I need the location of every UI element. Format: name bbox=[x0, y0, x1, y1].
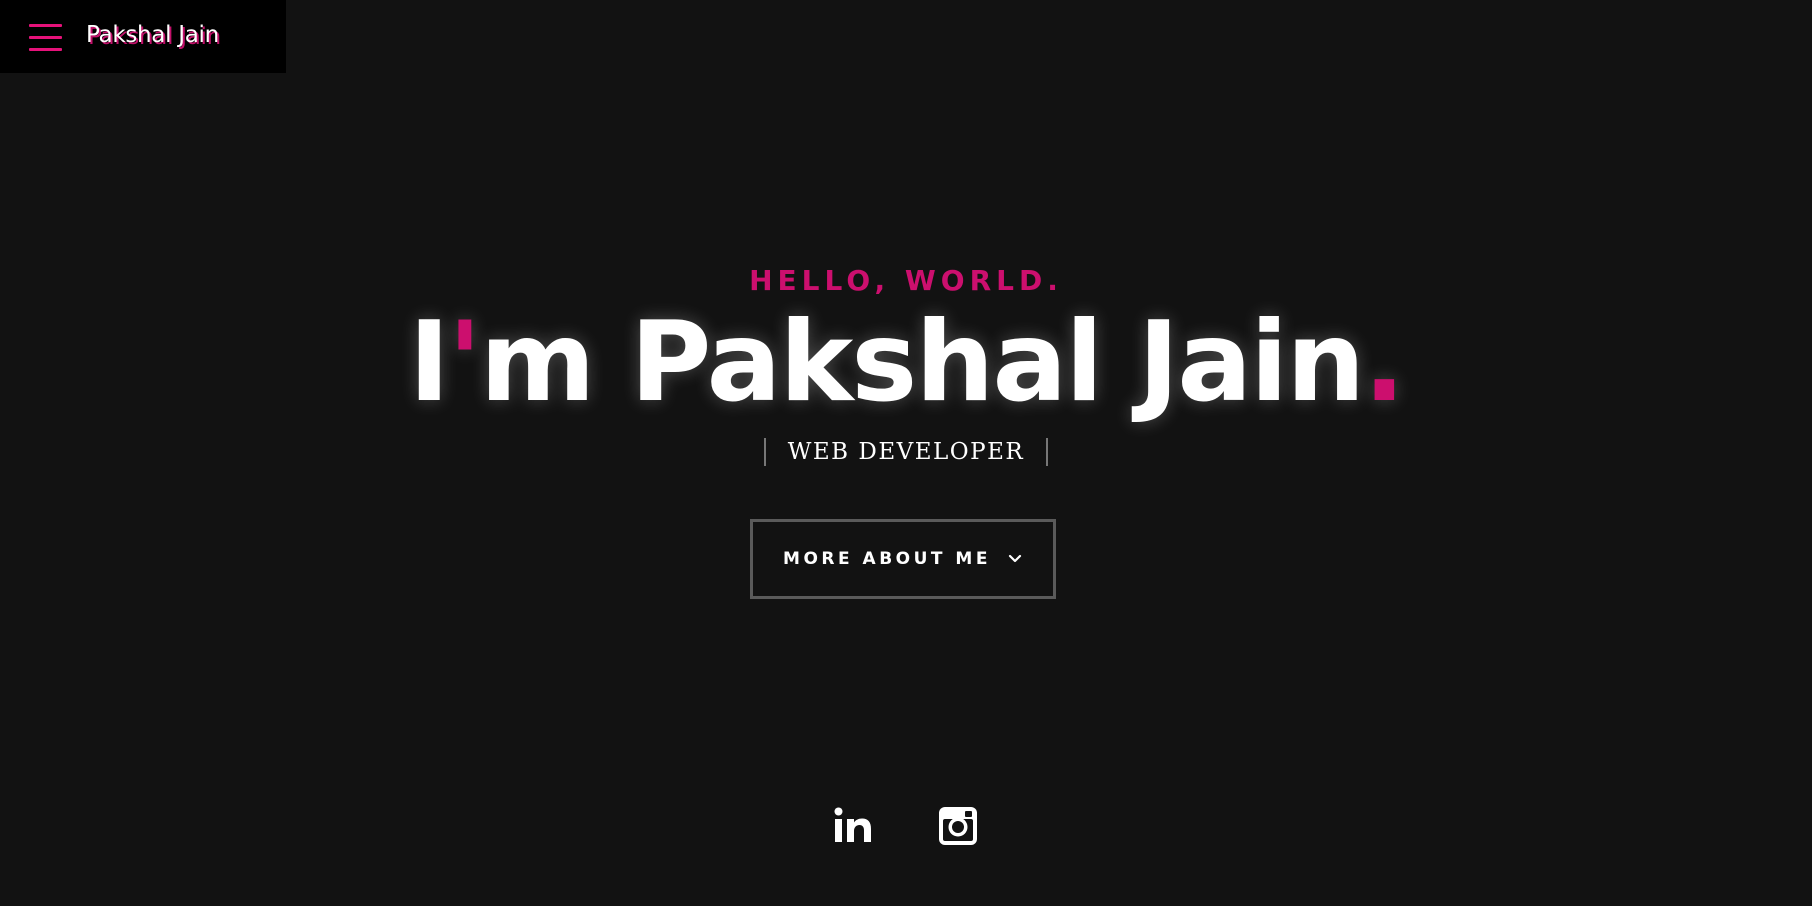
hamburger-menu-icon[interactable] bbox=[29, 24, 62, 51]
chevron-down-icon bbox=[1007, 551, 1023, 567]
hero-subtitle: WEB DEVELOPER bbox=[787, 439, 1025, 465]
social-links bbox=[0, 805, 1812, 847]
more-about-me-button[interactable]: MORE ABOUT ME bbox=[750, 519, 1056, 599]
subtitle-divider-left bbox=[763, 438, 766, 466]
subtitle-divider-right bbox=[1046, 438, 1049, 466]
headline-part-2: m Pakshal Jain bbox=[479, 298, 1365, 427]
headline-period: . bbox=[1363, 298, 1405, 427]
more-about-me-label: MORE ABOUT ME bbox=[783, 549, 991, 569]
instagram-icon[interactable] bbox=[937, 805, 979, 847]
headline-part-1: I bbox=[408, 298, 450, 427]
linkedin-icon[interactable] bbox=[833, 805, 875, 847]
hero-greeting: HELLO, WORLD. bbox=[749, 264, 1063, 297]
top-bar: Pakshal Jain bbox=[0, 0, 286, 73]
headline-apostrophe: ' bbox=[447, 298, 482, 427]
hero-headline: I'm Pakshal Jain. bbox=[0, 296, 1812, 429]
site-brand[interactable]: Pakshal Jain bbox=[86, 22, 219, 48]
hero-subtitle-row: WEB DEVELOPER bbox=[0, 438, 1812, 466]
